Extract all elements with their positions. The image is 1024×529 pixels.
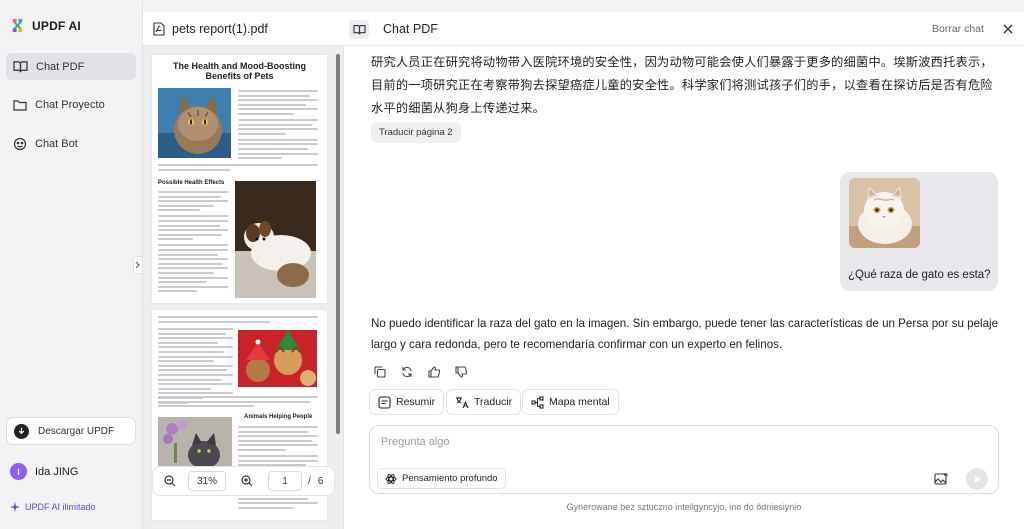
app-name: UPDF AI xyxy=(32,18,81,33)
uploaded-cat-image[interactable] xyxy=(849,178,920,248)
mindmap-label: Mapa mental xyxy=(549,396,610,408)
user-message: ¿Qué raza de gato es esta? xyxy=(840,172,998,291)
download-icon xyxy=(14,423,29,439)
zoom-in-icon[interactable] xyxy=(235,469,259,493)
sidebar: UPDF AI Chat PDF Chat Proyecto Chat Bot xyxy=(0,0,143,529)
zoom-level-field[interactable]: 31% xyxy=(188,471,226,491)
mindmap-icon xyxy=(531,395,544,409)
chevron-right-icon xyxy=(135,261,141,269)
toggle-pdf-button[interactable] xyxy=(349,20,369,39)
dog-cat-photo xyxy=(235,181,316,298)
collapse-sidebar-button[interactable] xyxy=(133,256,143,274)
cat-flowers-photo xyxy=(158,417,232,472)
user-name: Ida JING xyxy=(35,465,79,478)
sparkle-icon xyxy=(10,502,20,512)
cat-photo xyxy=(158,88,231,158)
download-label: Descargar UPDF xyxy=(38,425,115,437)
pdf-header: pets report(1).pdf xyxy=(143,12,344,46)
translate-page-chip[interactable]: Traducir página 2 xyxy=(371,122,461,143)
updf-logo-icon xyxy=(10,18,25,33)
pets-christmas-photo xyxy=(238,330,317,387)
sidebar-item-label: Chat Proyecto xyxy=(35,98,105,111)
send-button[interactable] xyxy=(966,468,988,490)
plan-link[interactable]: UPDF AI ilimitado xyxy=(10,502,96,512)
chat-input-placeholder: Pregunta algo xyxy=(381,436,450,448)
page-separator: / xyxy=(308,475,311,487)
download-updf-button[interactable]: Descargar UPDF xyxy=(6,417,136,445)
ai-message-chinese: 研究人员正在研究将动物带入医院环境的安全性，因为动物可能会使人们暴露于更多的细菌… xyxy=(371,55,993,115)
doc-title: The Health and Mood-Boosting Benefits of… xyxy=(173,61,306,81)
chat-input[interactable]: Pregunta algo Pensamiento profundo xyxy=(369,425,999,494)
pdf-page-1[interactable]: The Health and Mood-Boosting Benefits of… xyxy=(152,55,327,303)
deep-think-label: Pensamiento profundo xyxy=(402,473,498,484)
zoom-toolbar: 31% 1 / 6 xyxy=(152,466,335,496)
thumbs-down-icon[interactable] xyxy=(452,363,470,381)
sidebar-item-chat-proyecto[interactable]: Chat Proyecto xyxy=(6,91,136,118)
regenerate-icon[interactable] xyxy=(398,363,416,381)
close-icon[interactable] xyxy=(1001,22,1015,36)
doc-text-block xyxy=(238,90,318,162)
message-actions xyxy=(371,363,470,381)
sidebar-item-label: Chat PDF xyxy=(36,60,85,73)
copy-icon[interactable] xyxy=(371,363,389,381)
bot-icon xyxy=(13,137,27,151)
doc-text-block xyxy=(158,328,233,406)
mindmap-button[interactable]: Mapa mental xyxy=(522,389,619,415)
user-question-text: ¿Qué raza de gato es esta? xyxy=(848,269,991,281)
user-profile[interactable]: I Ida JING xyxy=(10,463,78,480)
doc-section-heading: Possible Health Effects xyxy=(158,180,225,186)
chat-panel: Chat PDF Borrar chat 研究人员正在研究将动物带入医院环境的安… xyxy=(344,12,1024,529)
zoom-out-icon[interactable] xyxy=(158,469,182,493)
pdf-file-icon xyxy=(153,21,165,36)
brand[interactable]: UPDF AI xyxy=(10,18,81,33)
deep-think-toggle[interactable]: Pensamiento profundo xyxy=(377,468,506,489)
page-number-input[interactable]: 1 xyxy=(268,471,302,491)
plan-label: UPDF AI ilimitado xyxy=(25,502,96,512)
sidebar-item-label: Chat Bot xyxy=(35,137,78,150)
translate-icon xyxy=(455,396,469,409)
folder-icon xyxy=(13,99,27,111)
footer-disclaimer: Gynerowane bez sztuczno inteligyncyjo, i… xyxy=(566,502,802,512)
pdf-scrollbar[interactable] xyxy=(336,54,340,434)
chat-title: Chat PDF xyxy=(383,22,438,36)
avatar: I xyxy=(10,463,27,480)
atom-icon xyxy=(385,473,397,485)
thumbs-up-icon[interactable] xyxy=(425,363,443,381)
sidebar-item-chat-pdf[interactable]: Chat PDF xyxy=(6,53,136,80)
total-pages: 6 xyxy=(317,475,324,487)
sidebar-item-chat-bot[interactable]: Chat Bot xyxy=(6,130,136,157)
pdf-viewer-panel: pets report(1).pdf The Health and Mood-B… xyxy=(143,12,344,529)
doc-section-heading: Animals Helping People xyxy=(244,414,313,420)
doc-text-block xyxy=(158,396,318,410)
clear-chat-button[interactable]: Borrar chat xyxy=(932,23,984,35)
doc-text-block xyxy=(158,164,318,173)
summarize-label: Resumir xyxy=(396,396,436,408)
translate-label: Traducir xyxy=(474,396,513,408)
summarize-button[interactable]: Resumir xyxy=(369,389,445,415)
ai-answer: No puedo identificar la raza del gato en… xyxy=(371,317,999,351)
doc-text-block xyxy=(158,191,228,295)
summary-icon xyxy=(378,395,391,409)
translate-button[interactable]: Traducir xyxy=(446,389,522,415)
chat-header: Chat PDF Borrar chat xyxy=(344,12,1024,46)
doc-text-block xyxy=(158,316,318,325)
image-upload-icon[interactable] xyxy=(932,470,950,488)
pdf-file-name: pets report(1).pdf xyxy=(172,21,268,36)
book-icon xyxy=(13,60,28,73)
